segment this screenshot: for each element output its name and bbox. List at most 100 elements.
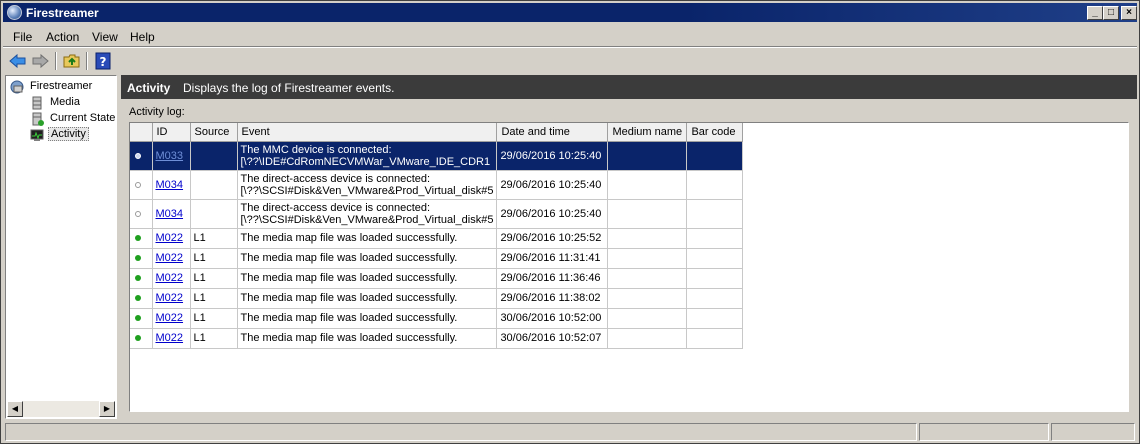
event-cell: The media map file was loaded successful… — [237, 228, 498, 249]
event-cell: The media map file was loaded successful… — [237, 288, 498, 309]
firestreamer-root-icon — [10, 80, 24, 94]
bar-code-cell — [686, 248, 744, 269]
column-header-date-and-time[interactable]: Date and time — [496, 123, 609, 142]
status-cell — [130, 141, 153, 171]
status-cell — [130, 268, 153, 289]
panel-title: Activity — [127, 81, 171, 95]
disk-status-icon — [30, 112, 44, 126]
table-row[interactable]: M022 L1 The media map file was loaded su… — [130, 328, 744, 349]
back-arrow-icon[interactable] — [9, 52, 27, 70]
status-bar — [3, 423, 1137, 441]
table-row[interactable]: M022 L1 The media map file was loaded su… — [130, 228, 744, 249]
medium-name-cell — [607, 328, 688, 349]
medium-name-cell — [607, 199, 688, 229]
tree-horizontal-scrollbar[interactable]: ◀ ▶ — [7, 401, 115, 417]
svg-text:?: ? — [100, 55, 107, 69]
info-status-icon — [135, 181, 141, 188]
event-cell: The direct-access device is connected: [\… — [237, 170, 498, 200]
minimize-button[interactable]: _ — [1087, 6, 1103, 20]
id-cell: M022 — [152, 328, 191, 349]
datetime-cell: 29/06/2016 10:25:40 — [496, 141, 609, 171]
table-row[interactable]: M022 L1 The media map file was loaded su… — [130, 308, 744, 329]
activity-log-grid[interactable]: ID Source Event Date and time Medium nam… — [129, 122, 1129, 412]
event-id-link[interactable]: M022 — [156, 312, 184, 324]
status-cell — [130, 199, 153, 229]
table-row[interactable]: M022 L1 The media map file was loaded su… — [130, 248, 744, 269]
success-status-icon — [135, 295, 141, 301]
menu-action[interactable]: Action — [46, 30, 79, 44]
bar-code-cell — [686, 328, 744, 349]
table-row[interactable]: M034 The direct-access device is connect… — [130, 170, 744, 200]
source-cell — [190, 170, 238, 200]
status-cell — [130, 288, 153, 309]
source-cell: L1 — [190, 268, 238, 289]
datetime-cell: 30/06/2016 10:52:07 — [496, 328, 609, 349]
menu-view[interactable]: View — [92, 30, 118, 44]
disk-stack-icon — [30, 96, 44, 110]
event-id-link[interactable]: M022 — [156, 252, 184, 264]
status-cell — [130, 248, 153, 269]
activity-log-table: ID Source Event Date and time Medium nam… — [130, 123, 744, 349]
activity-panel: Activity Displays the log of Firestreame… — [121, 75, 1137, 419]
status-pane-main — [5, 423, 917, 441]
table-row[interactable]: M034 The direct-access device is connect… — [130, 199, 744, 229]
bar-code-cell — [686, 170, 744, 200]
datetime-cell: 30/06/2016 10:52:00 — [496, 308, 609, 329]
success-status-icon — [135, 255, 141, 261]
close-button[interactable]: × — [1121, 6, 1137, 20]
column-header-bar-code[interactable]: Bar code — [686, 123, 744, 142]
menu-file[interactable]: File — [13, 30, 32, 44]
forward-arrow-icon[interactable] — [31, 52, 49, 70]
table-header-row: ID Source Event Date and time Medium nam… — [130, 123, 744, 142]
source-cell: L1 — [190, 328, 238, 349]
source-cell — [190, 141, 238, 171]
table-row[interactable]: M022 L1 The media map file was loaded su… — [130, 268, 744, 289]
event-cell: The direct-access device is connected: [\… — [237, 199, 498, 229]
event-id-link[interactable]: M022 — [156, 272, 184, 284]
info-status-icon — [135, 210, 141, 217]
event-id-link[interactable]: M034 — [156, 208, 184, 220]
navigation-tree: Firestreamer Media Current State Activit… — [5, 75, 117, 419]
medium-name-cell — [607, 170, 688, 200]
success-status-icon — [135, 335, 141, 341]
maximize-button[interactable]: □ — [1103, 6, 1119, 20]
bar-code-cell — [686, 288, 744, 309]
event-cell: The media map file was loaded successful… — [237, 248, 498, 269]
event-id-link[interactable]: M033 — [156, 150, 184, 162]
menu-help[interactable]: Help — [130, 30, 155, 44]
status-cell — [130, 308, 153, 329]
source-cell: L1 — [190, 248, 238, 269]
bar-code-cell — [686, 308, 744, 329]
status-cell — [130, 228, 153, 249]
menu-bar: File Action View Help — [3, 26, 1137, 46]
event-id-link[interactable]: M022 — [156, 332, 184, 344]
scroll-right-icon[interactable]: ▶ — [99, 401, 115, 417]
table-row[interactable]: M033 The MMC device is connected: [\??\ID… — [130, 141, 744, 171]
id-cell: M034 — [152, 199, 191, 229]
toolbar-separator — [55, 52, 57, 70]
datetime-cell: 29/06/2016 10:25:40 — [496, 199, 609, 229]
event-cell: The media map file was loaded successful… — [237, 268, 498, 289]
scroll-left-icon[interactable]: ◀ — [7, 401, 23, 417]
column-header-medium-name[interactable]: Medium name — [607, 123, 688, 142]
event-id-link[interactable]: M022 — [156, 232, 184, 244]
column-header-status[interactable] — [130, 123, 153, 142]
column-header-source[interactable]: Source — [190, 123, 238, 142]
medium-name-cell — [607, 248, 688, 269]
info-status-icon — [135, 152, 141, 159]
source-cell: L1 — [190, 228, 238, 249]
event-id-link[interactable]: M034 — [156, 179, 184, 191]
title-bar[interactable]: Firestreamer _ □ × — [3, 3, 1137, 22]
column-header-event[interactable]: Event — [237, 123, 498, 142]
up-folder-icon[interactable] — [63, 52, 81, 70]
column-header-id[interactable]: ID — [152, 123, 191, 142]
activity-log-label: Activity log: — [129, 106, 185, 118]
event-id-link[interactable]: M022 — [156, 292, 184, 304]
activity-monitor-icon — [30, 128, 44, 142]
event-cell: The media map file was loaded successful… — [237, 328, 498, 349]
toolbar: ? — [3, 49, 1137, 73]
table-row[interactable]: M022 L1 The media map file was loaded su… — [130, 288, 744, 309]
id-cell: M034 — [152, 170, 191, 200]
event-cell: The MMC device is connected: [\??\IDE#CdR… — [237, 141, 498, 171]
help-book-icon[interactable]: ? — [94, 52, 112, 70]
